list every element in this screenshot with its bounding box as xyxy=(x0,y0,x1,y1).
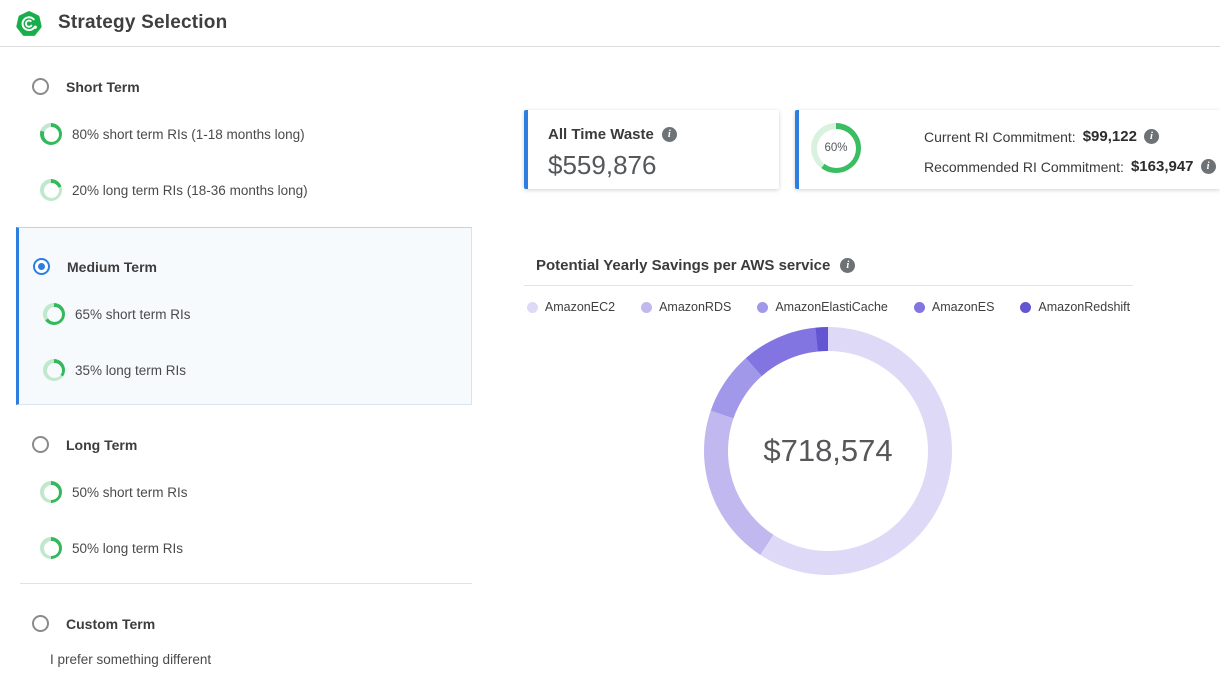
legend-dot xyxy=(1020,302,1031,313)
strategy-option-medium-term[interactable]: Medium Term xyxy=(33,258,157,275)
custom-term-description: I prefer something different xyxy=(50,652,211,667)
legend-label: AmazonRDS xyxy=(659,300,731,314)
legend-label: AmazonES xyxy=(932,300,995,314)
savings-donut-chart[interactable]: $718,574 xyxy=(704,327,952,575)
legend-item-AmazonRedshift[interactable]: AmazonRedshift xyxy=(1020,300,1130,314)
info-icon[interactable]: i xyxy=(1201,159,1216,174)
legend-dot xyxy=(757,302,768,313)
strategy-suboption: 65% short term RIs xyxy=(43,303,191,325)
info-icon[interactable]: i xyxy=(840,258,855,273)
radio-long-term[interactable] xyxy=(32,436,49,453)
strategy-label: Custom Term xyxy=(66,616,155,632)
legend-item-AmazonRDS[interactable]: AmazonRDS xyxy=(641,300,731,314)
radio-medium-term-selected[interactable] xyxy=(33,258,50,275)
strategy-suboption: 20% long term RIs (18-36 months long) xyxy=(40,179,308,201)
progress-ring-50 xyxy=(40,481,62,503)
suboption-label: 50% short term RIs xyxy=(72,485,188,500)
legend-label: AmazonElastiCache xyxy=(775,300,888,314)
strategy-suboption: 50% short term RIs xyxy=(40,481,188,503)
suboption-label: 20% long term RIs (18-36 months long) xyxy=(72,183,308,198)
recommended-commitment-value: $163,947 xyxy=(1131,158,1194,175)
radio-short-term[interactable] xyxy=(32,78,49,95)
app-header: Strategy Selection xyxy=(0,0,1220,47)
gauge-percent-label: 60% xyxy=(811,123,861,173)
progress-ring-80 xyxy=(40,123,62,145)
legend-dot xyxy=(914,302,925,313)
strategy-suboption: 50% long term RIs xyxy=(40,537,183,559)
progress-ring-65 xyxy=(43,303,65,325)
strategy-label: Medium Term xyxy=(67,259,157,275)
legend-dot xyxy=(527,302,538,313)
progress-ring-50 xyxy=(40,537,62,559)
cloudcheckr-logo-icon xyxy=(15,10,43,38)
strategy-option-custom-term[interactable]: Custom Term xyxy=(32,615,155,632)
strategy-option-long-term[interactable]: Long Term xyxy=(32,436,137,453)
suboption-label: 50% long term RIs xyxy=(72,541,183,556)
suboption-label: 35% long term RIs xyxy=(75,363,186,378)
commitment-gauge: 60% xyxy=(811,123,861,173)
section-divider xyxy=(20,583,472,584)
current-commitment-value: $99,122 xyxy=(1083,128,1137,145)
chart-title: Potential Yearly Savings per AWS service xyxy=(536,257,830,274)
waste-card-title: All Time Waste xyxy=(548,126,654,143)
strategy-card-medium-term[interactable]: Medium Term 65% short term RIs 35% long … xyxy=(16,227,472,405)
legend-item-AmazonEC2[interactable]: AmazonEC2 xyxy=(527,300,615,314)
strategy-suboption: 35% long term RIs xyxy=(43,359,186,381)
progress-ring-20 xyxy=(40,179,62,201)
ri-commitment-card: 60% Current RI Commitment: $99,122 i Rec… xyxy=(795,110,1220,189)
radio-custom-term[interactable] xyxy=(32,615,49,632)
progress-ring-35 xyxy=(43,359,65,381)
donut-center-value: $718,574 xyxy=(704,327,952,575)
chart-legend: AmazonEC2 AmazonRDS AmazonElastiCache Amazo… xyxy=(524,300,1133,314)
legend-item-AmazonES[interactable]: AmazonES xyxy=(914,300,995,314)
recommended-commitment-label: Recommended RI Commitment: xyxy=(924,159,1124,175)
strategy-label: Short Term xyxy=(66,79,140,95)
strategy-option-short-term[interactable]: Short Term xyxy=(32,78,140,95)
strategy-suboption: 80% short term RIs (1-18 months long) xyxy=(40,123,305,145)
all-time-waste-card: All Time Waste i $559,876 xyxy=(524,110,779,189)
suboption-label: 80% short term RIs (1-18 months long) xyxy=(72,127,305,142)
legend-label: AmazonEC2 xyxy=(545,300,615,314)
chart-divider xyxy=(524,285,1133,286)
page-title: Strategy Selection xyxy=(58,12,227,34)
info-icon[interactable]: i xyxy=(1144,129,1159,144)
legend-label: AmazonRedshift xyxy=(1038,300,1130,314)
info-icon[interactable]: i xyxy=(662,127,677,142)
legend-item-AmazonElastiCache[interactable]: AmazonElastiCache xyxy=(757,300,888,314)
strategy-label: Long Term xyxy=(66,437,137,453)
waste-value: $559,876 xyxy=(548,150,656,181)
current-commitment-label: Current RI Commitment: xyxy=(924,129,1076,145)
suboption-label: I prefer something different xyxy=(50,652,211,667)
suboption-label: 65% short term RIs xyxy=(75,307,191,322)
legend-dot xyxy=(641,302,652,313)
